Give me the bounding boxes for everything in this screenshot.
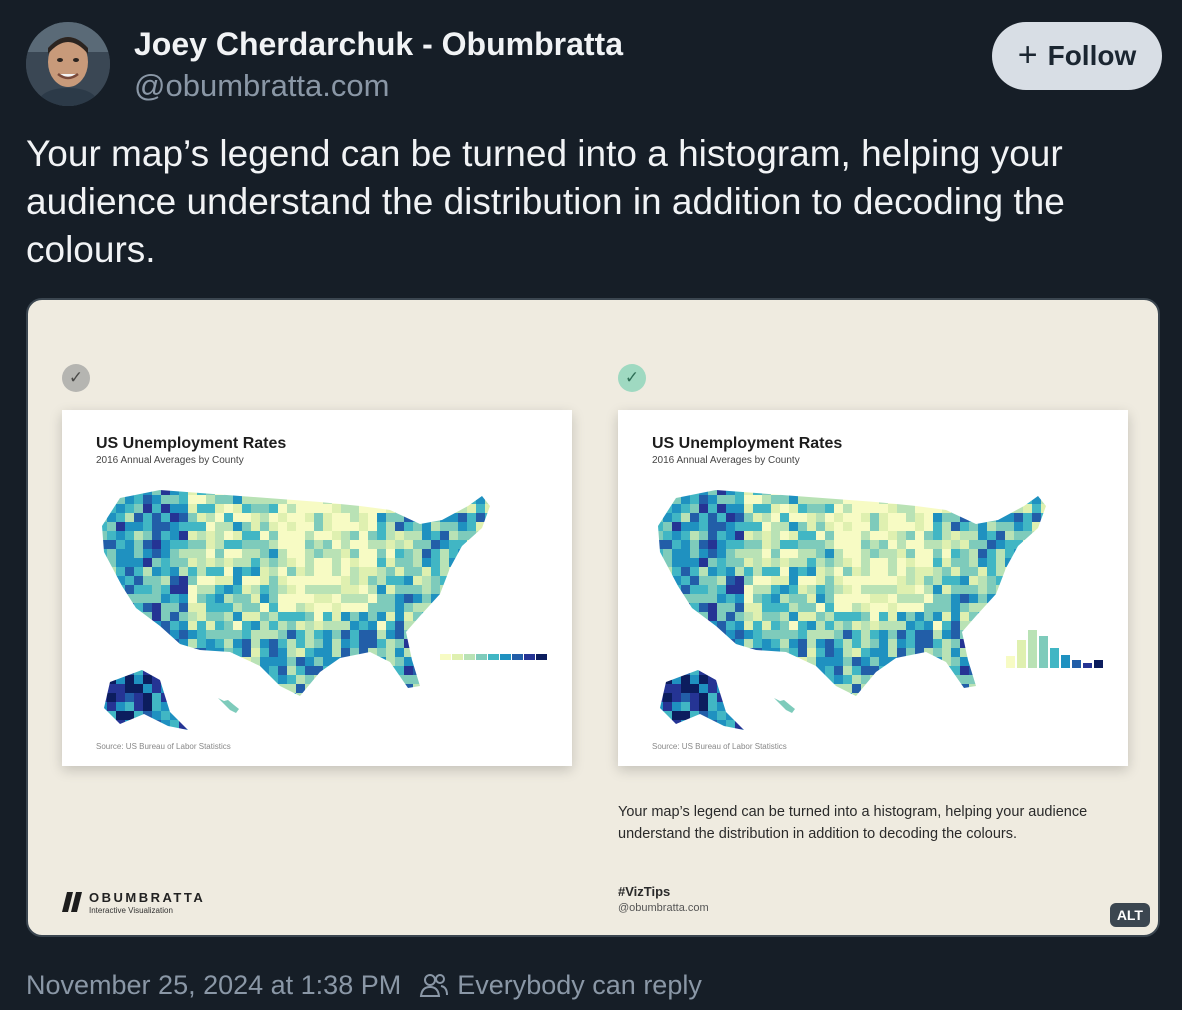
us-choropleth-map bbox=[658, 490, 1046, 730]
histogram-bar bbox=[1083, 663, 1092, 668]
people-icon bbox=[420, 974, 449, 997]
histogram-bar bbox=[1061, 655, 1070, 668]
reply-setting[interactable]: Everybody can reply bbox=[419, 970, 702, 1001]
alt-text-button[interactable]: ALT bbox=[1109, 903, 1150, 927]
map-title: US Unemployment Rates bbox=[96, 435, 287, 452]
image-caption: Your map’s legend can be turned into a h… bbox=[618, 804, 1088, 842]
post-header: Joey Cherdarchuk - Obumbratta @obumbratt… bbox=[26, 22, 1162, 106]
histogram-bar bbox=[1072, 660, 1081, 668]
follow-button[interactable]: + Follow bbox=[992, 22, 1162, 90]
author-handle[interactable]: @obumbratta.com bbox=[134, 68, 389, 104]
map-subtitle: 2016 Annual Averages by County bbox=[96, 455, 244, 466]
histogram-bar bbox=[1050, 648, 1059, 668]
post-footer: November 25, 2024 at 1:38 PM Everybody c… bbox=[26, 968, 702, 1002]
brand-mark-icon bbox=[62, 892, 82, 912]
plus-icon: + bbox=[1017, 35, 1038, 74]
map-panel-right: US Unemployment Rates 2016 Annual Averag… bbox=[618, 410, 1128, 766]
us-choropleth-map bbox=[102, 490, 490, 730]
histogram-bar bbox=[1039, 636, 1048, 668]
map-subtitle: 2016 Annual Averages by County bbox=[652, 455, 800, 466]
follow-label: Follow bbox=[1047, 40, 1137, 71]
brand-logo: OBUMBRATTA Interactive Visualization bbox=[62, 890, 262, 916]
check-icon: ✓ bbox=[62, 364, 90, 392]
author-avatar[interactable] bbox=[26, 22, 110, 106]
media-card[interactable]: ✓ ✓ US Unemployment Rates 2016 Annual Av… bbox=[26, 298, 1160, 937]
person-avatar-icon bbox=[26, 22, 110, 106]
map-title: US Unemployment Rates bbox=[652, 435, 843, 452]
hashtag: #VizTips bbox=[618, 884, 671, 899]
post-text: Your map’s legend can be turned into a h… bbox=[26, 133, 1065, 270]
caption-handle: @obumbratta.com bbox=[618, 902, 709, 914]
histogram-bar bbox=[1028, 630, 1037, 668]
check-icon: ✓ bbox=[618, 364, 646, 392]
color-legend bbox=[440, 654, 547, 660]
brand-tagline: Interactive Visualization bbox=[89, 906, 173, 915]
map-source: Source: US Bureau of Labor Statistics bbox=[652, 742, 787, 751]
histogram-bar bbox=[1017, 640, 1026, 668]
author-display-name[interactable]: Joey Cherdarchuk - Obumbratta bbox=[134, 26, 623, 63]
histogram-bar bbox=[1094, 660, 1103, 668]
post-timestamp[interactable]: November 25, 2024 at 1:38 PM bbox=[26, 970, 401, 1001]
map-panel-left: US Unemployment Rates 2016 Annual Averag… bbox=[62, 410, 572, 766]
histogram-bar bbox=[1006, 656, 1015, 668]
map-source: Source: US Bureau of Labor Statistics bbox=[96, 742, 231, 751]
histogram-legend bbox=[1006, 630, 1103, 668]
reply-setting-label: Everybody can reply bbox=[457, 969, 702, 1000]
brand-name: OBUMBRATTA bbox=[89, 890, 206, 905]
